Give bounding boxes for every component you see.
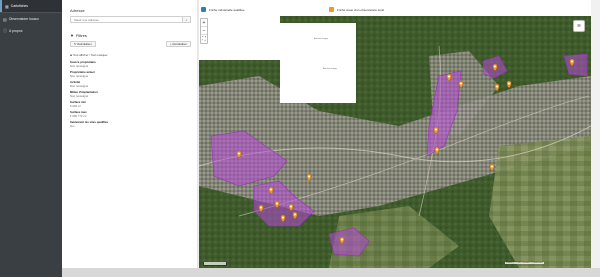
legend-item-local: Friche issue d'un observatoire local: [329, 7, 384, 12]
tile-watermark: Aucune image: [323, 68, 337, 70]
info-icon: ⓘ: [3, 28, 7, 33]
filters-header: ▼ Filtres: [70, 33, 191, 38]
filter-value[interactable]: 0 000 m²: [70, 104, 191, 108]
search-icon: ⌕: [185, 17, 188, 22]
layers-button[interactable]: ≋: [573, 20, 585, 32]
map-icon: ▦: [5, 3, 9, 9]
nav-item-cartofiches[interactable]: ▦ Cartofiches: [0, 0, 62, 12]
filter-value[interactable]: Non renseigné: [70, 74, 191, 78]
layers-icon: ≋: [576, 23, 582, 29]
map-legend: Friche industrielle qualifiée Friche iss…: [199, 0, 591, 16]
filter-value[interactable]: Non renseigné: [70, 94, 191, 98]
legend-item-qualified: Friche industrielle qualifiée: [201, 7, 245, 12]
filter-value[interactable]: Non renseigné: [70, 84, 191, 88]
zoom-in-button[interactable]: +: [201, 19, 207, 27]
missing-tile: [199, 16, 280, 60]
reset-button[interactable]: ↻ Réinitialiser: [70, 41, 96, 47]
nav-item-label: Cartofiches: [10, 4, 28, 8]
tile-watermark: Aucune image: [314, 38, 328, 40]
zoom-out-button[interactable]: −: [201, 27, 207, 35]
reset-label: Réinitialiser: [77, 42, 92, 46]
address-label: Adresse: [70, 8, 85, 13]
filter-panel: Adresse ⌕ ▼ Filtres ↻ Réinitialiser ⤓ Ré…: [62, 0, 198, 277]
fullscreen-button[interactable]: ⛶: [201, 35, 207, 43]
legend-label: Friche issue d'un observatoire local: [337, 7, 384, 12]
folder-icon: ▰: [70, 53, 73, 57]
table-icon: ▤: [3, 16, 7, 22]
missing-tile: [280, 23, 356, 103]
filters-title: Filtres: [75, 33, 87, 38]
show-all-label: Tout afficher / Tout masquer: [73, 53, 108, 57]
filter-value[interactable]: 1 000 772 m²: [70, 114, 191, 118]
address-input[interactable]: [70, 16, 183, 23]
nav-item-observatoire[interactable]: ▤ Observatoire locaux: [0, 13, 62, 25]
legend-label: Friche industrielle qualifiée: [209, 7, 245, 12]
zoom-control: + − ⛶: [200, 18, 208, 44]
app-root: ▦ Cartofiches ▤ Observatoire locaux ⓘ A …: [0, 0, 600, 277]
refresh-icon: ↻: [74, 42, 77, 46]
filter-icon: ▼: [70, 33, 74, 38]
nav-item-label: A propos: [9, 29, 23, 33]
legend-swatch-icon: [329, 7, 334, 12]
download-icon: ⤓: [170, 42, 172, 46]
legend-swatch-icon: [201, 7, 206, 12]
address-search: ⌕: [70, 16, 191, 23]
map-scale: [203, 262, 227, 266]
filter-value[interactable]: Non renseigné: [70, 64, 191, 68]
nav-item-apropos[interactable]: ⓘ A propos: [0, 25, 62, 37]
filter-list: Source propriétaire Non renseigné Propri…: [70, 60, 191, 128]
window-bottom-bar: [62, 268, 600, 277]
scroll-gutter: [591, 0, 600, 268]
sidebar-nav: ▦ Cartofiches ▤ Observatoire locaux ⓘ A …: [0, 0, 62, 277]
nav-item-label: Observatoire locaux: [8, 17, 39, 21]
reset-all-label: Réinitialiser: [172, 42, 187, 46]
reset-all-button[interactable]: ⤓ Réinitialiser: [166, 41, 191, 47]
search-button[interactable]: ⌕: [183, 16, 191, 23]
filter-value[interactable]: Oui: [70, 124, 191, 128]
show-all-toggle[interactable]: ▰ Tout afficher / Tout masquer: [70, 53, 191, 57]
map-attribution: Leaflet | © IGN, Données Cartofriches: [505, 262, 544, 264]
filter-actions: ↻ Réinitialiser ⤓ Réinitialiser: [70, 41, 191, 47]
